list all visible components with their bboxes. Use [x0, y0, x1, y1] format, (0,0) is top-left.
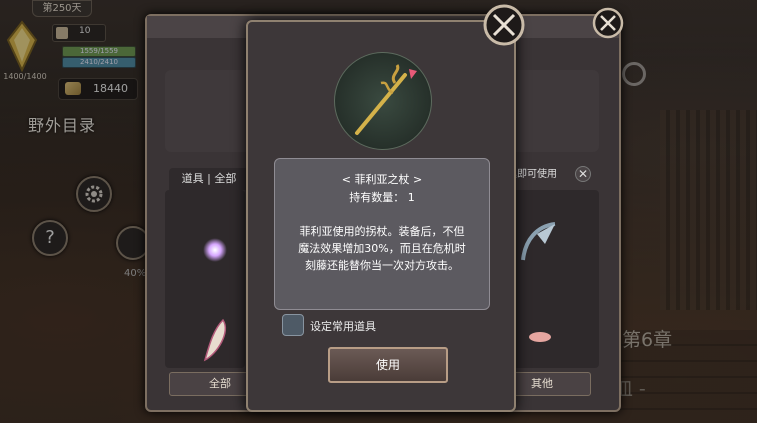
item-portrait	[334, 52, 432, 150]
item-quantity: 持有数量： 1	[275, 189, 489, 205]
petal-icon[interactable]	[527, 330, 553, 344]
item-list-left[interactable]	[165, 190, 245, 368]
favorite-checkbox[interactable]	[282, 314, 304, 336]
storage-close-button[interactable]	[592, 7, 624, 39]
feather-icon[interactable]	[201, 318, 229, 362]
staff-icon	[355, 64, 417, 135]
item-description: 菲利亚使用的拐杖。装备后，不但 魔法效果增加30%，而且在危机时 刻藤还能替你当…	[289, 223, 475, 274]
magic-orb-icon[interactable]	[203, 238, 227, 262]
quantity-value: 1	[407, 191, 415, 204]
item-info-box: < 菲利亚之杖 > 持有数量： 1 菲利亚使用的拐杖。装备后，不但 魔法效果增加…	[274, 158, 490, 310]
filter-close-icon[interactable]: ✕	[575, 166, 591, 182]
scythe-icon[interactable]	[515, 220, 561, 270]
description-line: 菲利亚使用的拐杖。装备后，不但	[299, 225, 465, 238]
item-name: < 菲利亚之杖 >	[341, 173, 423, 186]
use-button[interactable]: 使用	[328, 347, 448, 383]
description-line: 刻藤还能替你当一次对方攻击。	[305, 259, 459, 272]
favorite-checkbox-label[interactable]: 设定常用道具	[310, 318, 376, 334]
tab-items-all[interactable]: 道具 | 全部	[169, 168, 249, 190]
item-list-right[interactable]	[507, 190, 599, 368]
quantity-label: 持有数量：	[349, 191, 405, 204]
description-line: 魔法效果增加30%，而且在危机时	[298, 242, 466, 255]
detail-close-button[interactable]	[482, 3, 526, 47]
item-detail-dialog: < 菲利亚之杖 > 持有数量： 1 菲利亚使用的拐杖。装备后，不但 魔法效果增加…	[246, 20, 516, 412]
